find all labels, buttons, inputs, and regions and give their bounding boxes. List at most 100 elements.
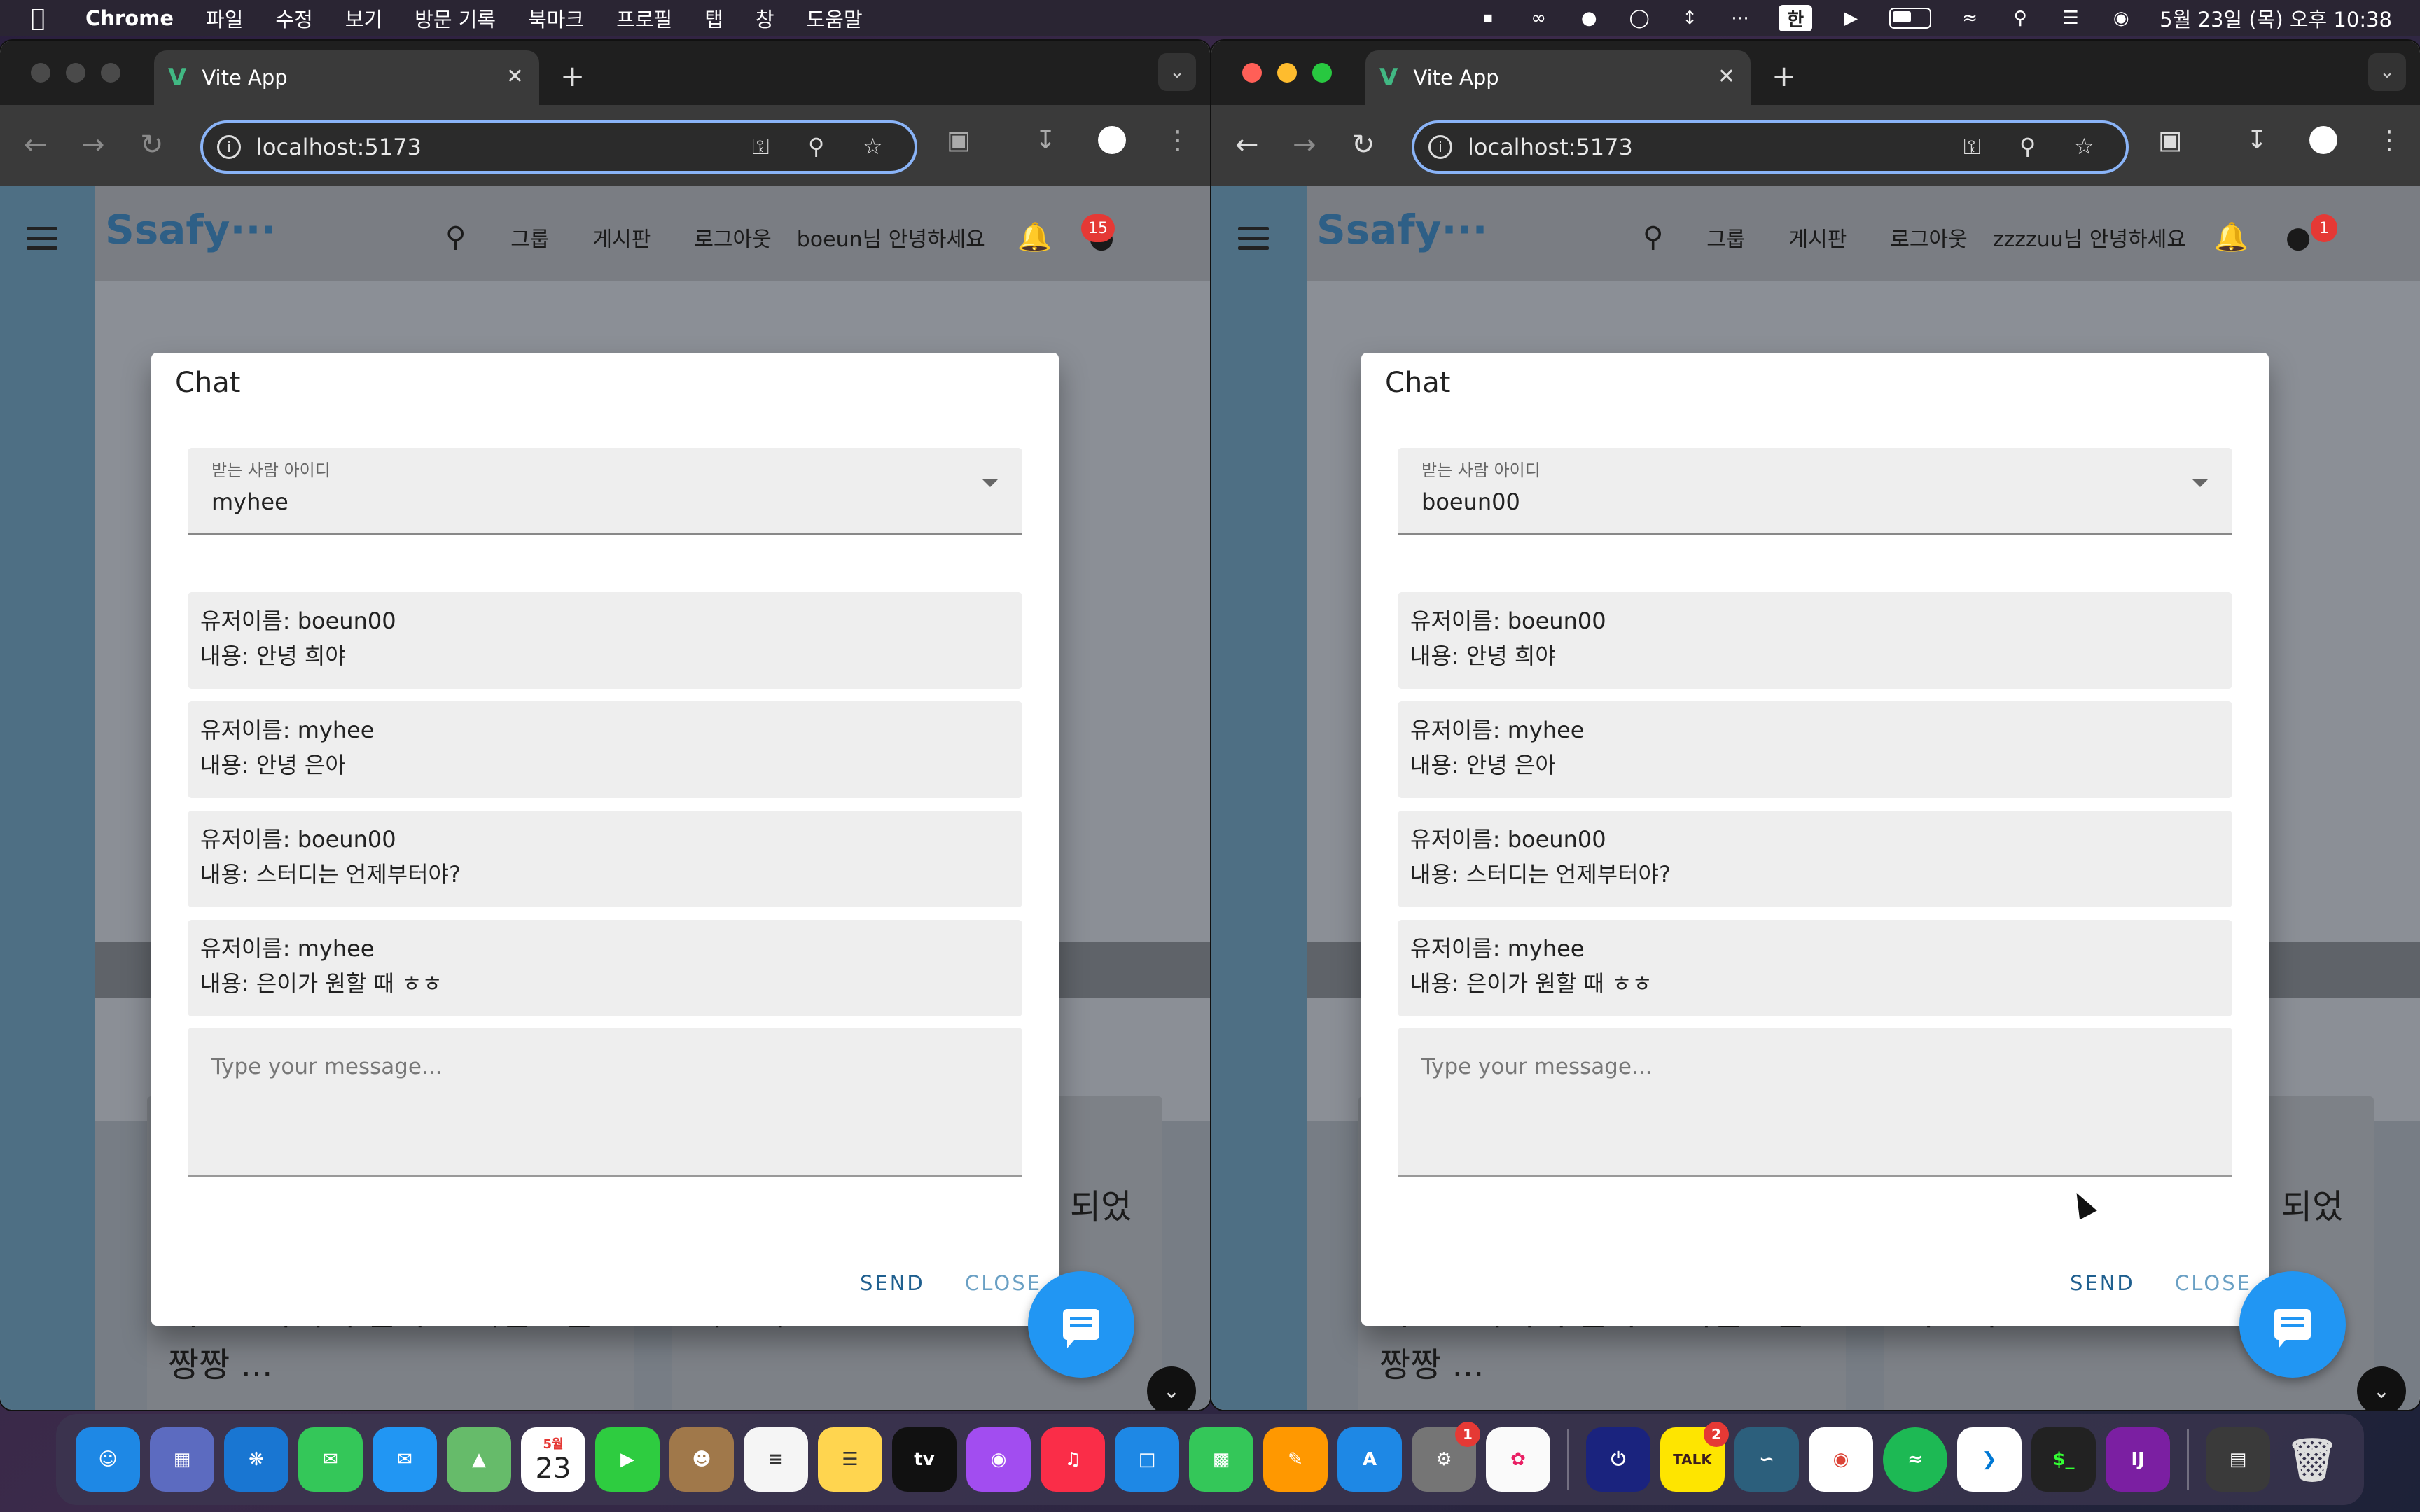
brand-logo[interactable]: Ssafy··· <box>1316 206 1488 253</box>
back-icon[interactable]: ← <box>1235 129 1259 161</box>
profile-icon[interactable] <box>2309 126 2337 154</box>
url-text[interactable]: localhost:5173 <box>1468 134 1633 160</box>
url-text[interactable]: localhost:5173 <box>256 134 422 160</box>
vscode-icon[interactable]: ❯ <box>1957 1427 2022 1492</box>
nav-logout-link[interactable]: 로그아웃 <box>1890 222 1967 253</box>
glasses-icon[interactable]: ∞ <box>1527 8 1550 29</box>
password-key-icon[interactable]: ⚿ <box>1963 133 1980 160</box>
nav-board-link[interactable]: 게시판 <box>593 222 651 253</box>
scroll-down-icon[interactable]: ⌄ <box>2357 1366 2406 1410</box>
dropdown-arrow-icon[interactable] <box>2192 479 2209 487</box>
menu-help[interactable]: 도움말 <box>807 4 863 33</box>
tab-search-button[interactable]: ⌄ <box>2368 53 2406 91</box>
keynote-icon[interactable]: □ <box>1115 1427 1179 1492</box>
hamburger-menu-icon[interactable] <box>27 227 57 256</box>
close-button[interactable]: CLOSE <box>965 1271 1042 1295</box>
control-center-icon[interactable]: ☰ <box>2059 8 2082 29</box>
notes-icon[interactable]: ☰ <box>818 1427 882 1492</box>
search-icon[interactable]: ⚲ <box>445 221 466 253</box>
recipient-value[interactable]: boeun00 <box>1421 489 1520 515</box>
site-info-icon[interactable]: i <box>217 135 241 159</box>
sync-icon[interactable]: ◯ <box>1627 8 1651 29</box>
tab-search-button[interactable]: ⌄ <box>1158 53 1196 91</box>
mail-icon[interactable]: ✉ <box>373 1427 437 1492</box>
spotify-icon[interactable]: ≈ <box>1883 1427 1947 1492</box>
new-tab-button[interactable]: + <box>560 59 585 93</box>
extensions-icon[interactable]: ▣ <box>2158 126 2182 155</box>
downloads-stack-icon[interactable]: ▤ <box>2206 1427 2270 1492</box>
nav-board-link[interactable]: 게시판 <box>1789 222 1847 253</box>
hamburger-menu-icon[interactable] <box>1238 227 1269 256</box>
account-circle-icon[interactable]: ● <box>2286 220 2311 254</box>
recipient-select[interactable]: 받는 사람 아이디 myhee <box>188 448 1022 535</box>
terminal-icon[interactable]: $_ <box>2031 1427 2096 1492</box>
mysql-workbench-icon[interactable]: ∽ <box>1734 1427 1799 1492</box>
updown-icon[interactable]: ↕ <box>1678 8 1702 29</box>
back-icon[interactable]: ← <box>24 129 48 161</box>
close-window-button[interactable] <box>1242 63 1262 83</box>
bookmark-star-icon[interactable]: ☆ <box>863 133 883 160</box>
photos-icon[interactable]: ✿ <box>1486 1427 1550 1492</box>
notification-bell-icon[interactable]: 🔔 <box>2214 220 2249 253</box>
messages-icon[interactable]: ✉ <box>298 1427 363 1492</box>
zoom-icon[interactable]: ⚲ <box>808 133 824 160</box>
dots-icon[interactable]: ⋯ <box>1728 8 1752 29</box>
finder-icon[interactable]: ☺ <box>76 1427 140 1492</box>
download-icon[interactable]: ↧ <box>2246 126 2267 155</box>
launchpad-icon[interactable]: ▦ <box>150 1427 214 1492</box>
stop-icon[interactable]: ⏹ <box>1476 8 1500 29</box>
siri-icon[interactable]: ◉ <box>2109 8 2133 29</box>
spotlight-icon[interactable]: ⚲ <box>2008 8 2032 29</box>
new-tab-button[interactable]: + <box>1772 59 1796 93</box>
menu-tab[interactable]: 탭 <box>704 4 723 33</box>
menu-clock[interactable]: 5월 23일 (목) 오후 10:38 <box>2160 4 2392 33</box>
scroll-down-icon[interactable]: ⌄ <box>1147 1366 1196 1410</box>
chat-status-icon[interactable]: ● <box>1577 8 1601 29</box>
facetime-icon[interactable]: ▶ <box>595 1427 660 1492</box>
apple-icon[interactable]:  <box>31 4 59 32</box>
browser-tab[interactable]: V Vite App ✕ <box>1365 50 1751 105</box>
chrome-icon[interactable]: ◉ <box>1809 1427 1873 1492</box>
nav-logout-link[interactable]: 로그아웃 <box>694 222 771 253</box>
kakaotalk-icon[interactable]: TALK 2 <box>1660 1422 1729 1492</box>
menu-file[interactable]: 파일 <box>206 4 243 33</box>
calendar-icon[interactable]: 5월 23 <box>521 1427 585 1492</box>
browser-tab[interactable]: V Vite App ✕ <box>154 50 539 105</box>
pages-icon[interactable]: ✎ <box>1263 1427 1328 1492</box>
forward-icon[interactable]: → <box>1293 129 1316 161</box>
apple-tv-icon[interactable]: tv <box>892 1427 957 1492</box>
battery-icon[interactable] <box>1889 8 1932 29</box>
recipient-value[interactable]: myhee <box>211 489 288 515</box>
contacts-icon[interactable]: ☻ <box>669 1427 734 1492</box>
address-bar[interactable]: i localhost:5173 ⚿ ⚲ ☆ <box>200 120 917 174</box>
password-key-icon[interactable]: ⚿ <box>752 133 769 160</box>
power-app-icon[interactable]: ⏻ <box>1586 1427 1650 1492</box>
forward-icon[interactable]: → <box>81 129 105 161</box>
menu-bookmarks[interactable]: 북마크 <box>528 4 584 33</box>
dropdown-arrow-icon[interactable] <box>982 479 999 487</box>
wifi-icon[interactable]: ≈ <box>1958 8 1982 29</box>
nav-group-link[interactable]: 그룹 <box>1706 222 1745 253</box>
recipient-select[interactable]: 받는 사람 아이디 boeun00 <box>1398 448 2232 535</box>
trash-icon[interactable]: 🗑 <box>2280 1427 2344 1492</box>
reload-icon[interactable]: ↻ <box>140 129 164 161</box>
close-tab-icon[interactable]: ✕ <box>1718 64 1735 89</box>
site-info-icon[interactable]: i <box>1428 135 1452 159</box>
close-button[interactable]: CLOSE <box>2175 1271 2252 1295</box>
maps-icon[interactable]: ▲ <box>447 1427 511 1492</box>
menu-history[interactable]: 방문 기록 <box>415 4 496 33</box>
numbers-icon[interactable]: ▩ <box>1189 1427 1253 1492</box>
chat-fab-button[interactable] <box>2239 1271 2346 1378</box>
menu-window[interactable]: 창 <box>756 4 774 33</box>
brand-logo[interactable]: Ssafy··· <box>105 206 277 253</box>
zoom-window-button[interactable] <box>101 63 120 83</box>
nav-group-link[interactable]: 그룹 <box>510 222 549 253</box>
download-icon[interactable]: ↧ <box>1035 126 1056 155</box>
search-icon[interactable]: ⚲ <box>1643 221 1663 253</box>
send-button[interactable]: SEND <box>2070 1271 2135 1295</box>
bookmark-star-icon[interactable]: ☆ <box>2074 133 2094 160</box>
menu-profiles[interactable]: 프로필 <box>616 4 672 33</box>
app-store-icon[interactable]: A <box>1337 1427 1402 1492</box>
play-icon[interactable]: ▶ <box>1839 8 1863 29</box>
reminders-icon[interactable]: ≡ <box>744 1427 808 1492</box>
